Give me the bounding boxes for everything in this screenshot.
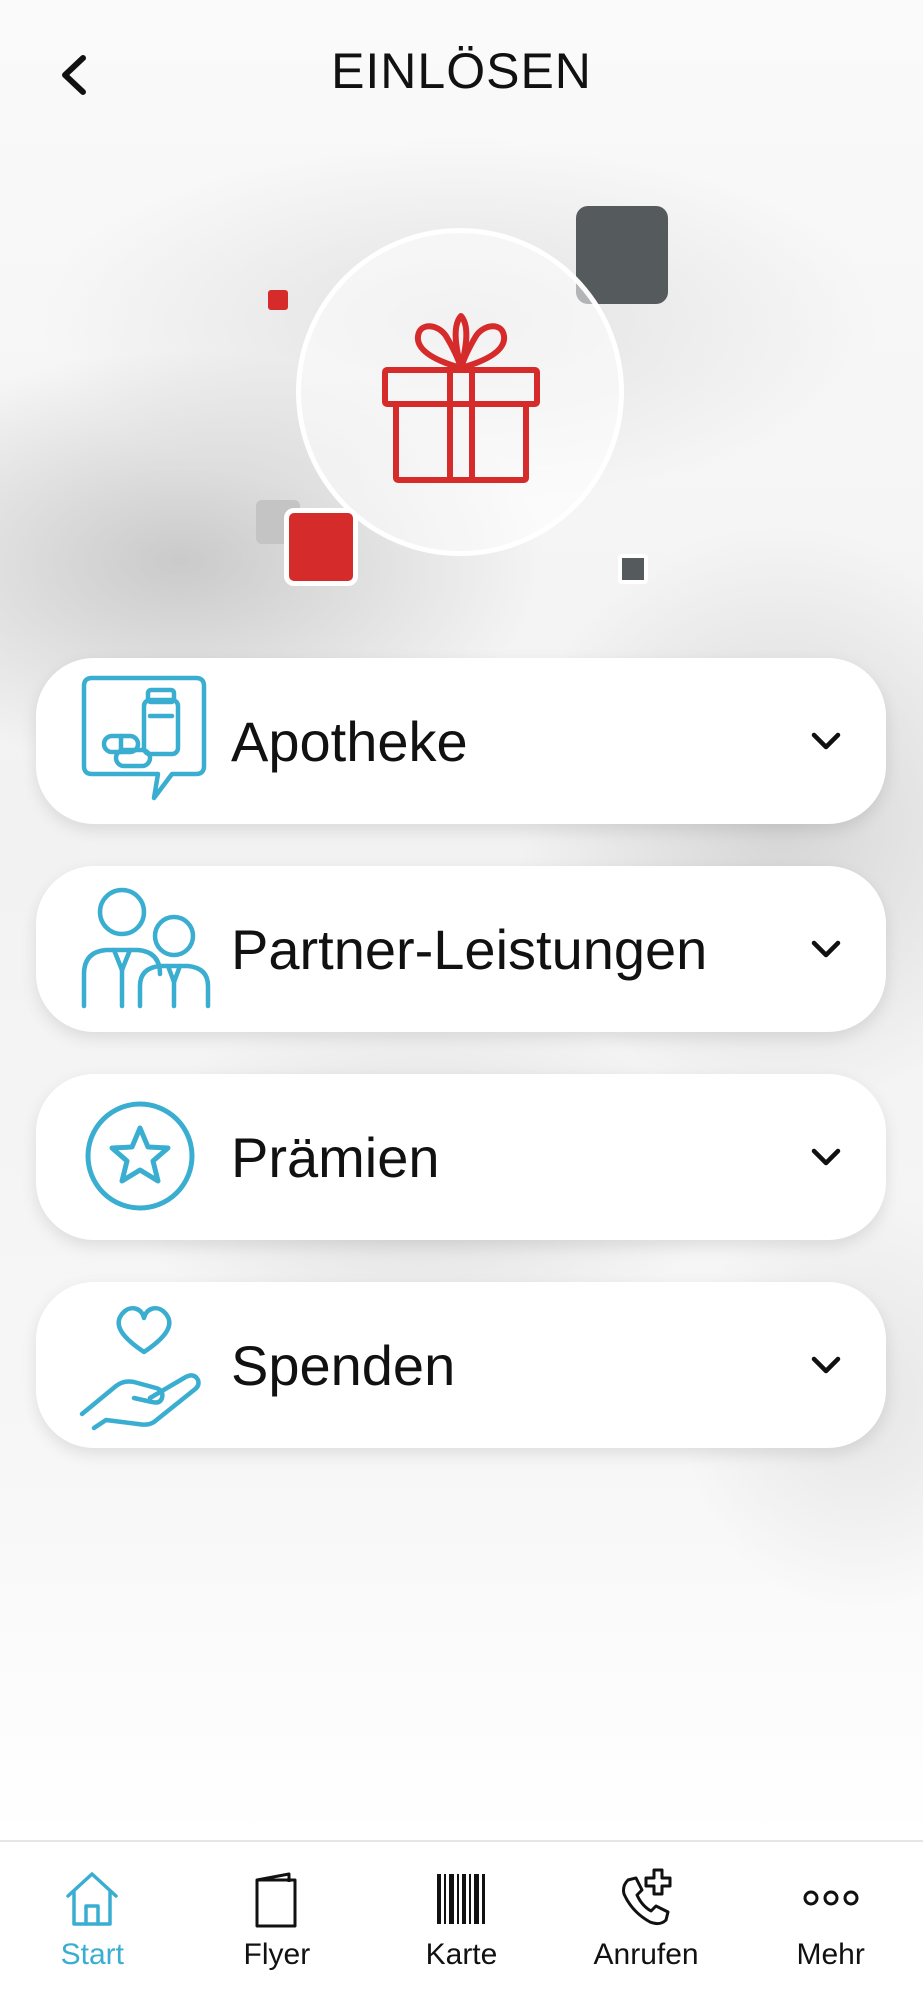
flyer-icon bbox=[255, 1872, 297, 1928]
accordion-spenden[interactable]: Spenden bbox=[36, 1282, 886, 1448]
page-title: EINLÖSEN bbox=[331, 43, 592, 99]
nav-item-start[interactable]: Start bbox=[0, 1842, 185, 2002]
accordion-label: Prämien bbox=[231, 1125, 440, 1189]
partners-icon bbox=[81, 887, 211, 1009]
decor-square bbox=[284, 508, 358, 586]
nav-item-mehr[interactable]: Mehr bbox=[738, 1842, 923, 2002]
chevron-down-icon[interactable] bbox=[808, 1139, 844, 1175]
accordion-label: Spenden bbox=[231, 1333, 456, 1397]
heart-hand-icon bbox=[79, 1305, 201, 1431]
header: EINLÖSEN bbox=[0, 0, 923, 150]
more-icon bbox=[803, 1890, 859, 1906]
accordion-label: Partner-Leistungen bbox=[231, 917, 708, 981]
nav-label: Anrufen bbox=[593, 1938, 699, 1971]
barcode-icon bbox=[437, 1874, 486, 1924]
nav-label: Mehr bbox=[796, 1938, 865, 1971]
decor-square bbox=[618, 554, 648, 584]
nav-label: Flyer bbox=[243, 1938, 311, 1971]
chevron-down-icon[interactable] bbox=[808, 931, 844, 967]
phone-plus-icon bbox=[622, 1868, 672, 1926]
nav-label: Start bbox=[60, 1938, 124, 1971]
nav-item-karte[interactable]: Karte bbox=[369, 1842, 554, 2002]
nav-label: Karte bbox=[425, 1938, 498, 1971]
accordion-partner-leistungen[interactable]: Partner-Leistungen bbox=[36, 866, 886, 1032]
decor-square bbox=[268, 290, 288, 310]
decor-square bbox=[576, 206, 668, 304]
home-icon bbox=[66, 1872, 119, 1926]
chevron-down-icon[interactable] bbox=[808, 723, 844, 759]
nav-item-anrufen[interactable]: Anrufen bbox=[554, 1842, 739, 2002]
accordion-apotheke[interactable]: Apotheke bbox=[36, 658, 886, 824]
star-icon bbox=[85, 1101, 195, 1211]
chevron-down-icon[interactable] bbox=[808, 1347, 844, 1383]
accordion-label: Apotheke bbox=[231, 709, 468, 773]
bottom-nav: Start Flyer Karte Anrufen Mehr bbox=[0, 1840, 923, 2002]
pharmacy-icon bbox=[81, 675, 207, 801]
nav-item-flyer[interactable]: Flyer bbox=[185, 1842, 370, 2002]
accordion-praemien[interactable]: Prämien bbox=[36, 1074, 886, 1240]
gift-icon bbox=[382, 313, 540, 483]
